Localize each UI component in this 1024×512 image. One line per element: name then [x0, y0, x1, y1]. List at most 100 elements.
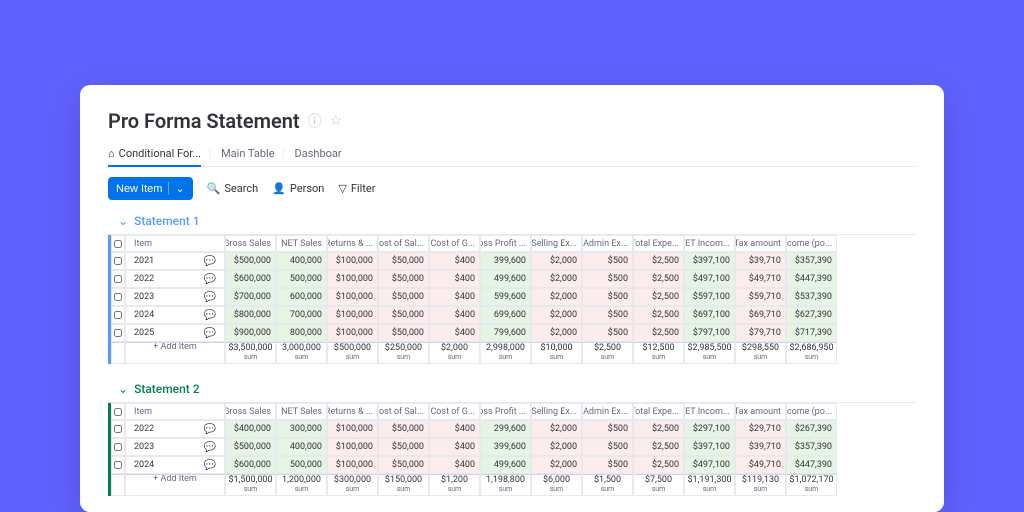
data-cell[interactable]: $500 [582, 288, 633, 306]
data-cell[interactable]: $627,390 [786, 306, 837, 324]
data-cell[interactable]: $50,000 [378, 324, 429, 342]
search-button[interactable]: 🔍 Search [207, 182, 259, 195]
data-cell[interactable]: $400 [429, 252, 480, 270]
data-cell[interactable]: $400 [429, 270, 480, 288]
data-cell[interactable]: $600,000 [225, 456, 276, 474]
data-cell[interactable]: $100,000 [327, 306, 378, 324]
data-cell[interactable]: $700,000 [225, 288, 276, 306]
data-cell[interactable]: $50,000 [378, 420, 429, 438]
data-cell[interactable]: $400 [429, 288, 480, 306]
item-name-cell[interactable]: 2022💬 [125, 270, 225, 288]
row-checkbox[interactable] [111, 420, 125, 438]
data-cell[interactable]: $900,000 [225, 324, 276, 342]
data-cell[interactable]: $697,100 [684, 306, 735, 324]
data-cell[interactable]: $717,390 [786, 324, 837, 342]
data-cell[interactable]: $2,000 [531, 306, 582, 324]
chat-icon[interactable]: 💬 [204, 424, 216, 435]
chat-icon[interactable]: 💬 [204, 292, 216, 303]
column-header[interactable]: Selling Ex... [531, 235, 582, 252]
data-cell[interactable]: $2,500 [633, 288, 684, 306]
column-header[interactable]: Selling Ex... [531, 403, 582, 420]
data-cell[interactable]: $400 [429, 438, 480, 456]
group-title[interactable]: ⌄Statement 1 [118, 214, 916, 228]
data-cell[interactable]: $800,000 [225, 306, 276, 324]
column-header[interactable]: NET Incom... [684, 403, 735, 420]
chevron-down-icon[interactable]: ⌄ [168, 182, 184, 195]
item-name-cell[interactable]: 2025💬 [125, 324, 225, 342]
data-cell[interactable]: $597,100 [684, 288, 735, 306]
item-name-cell[interactable]: 2021💬 [125, 252, 225, 270]
data-cell[interactable]: $2,500 [633, 438, 684, 456]
data-cell[interactable]: $397,100 [684, 252, 735, 270]
data-cell[interactable]: $2,000 [531, 288, 582, 306]
data-cell[interactable]: $500 [582, 270, 633, 288]
column-header[interactable]: Admin Ex... [582, 403, 633, 420]
data-cell[interactable]: $497,100 [684, 270, 735, 288]
row-checkbox[interactable] [111, 438, 125, 456]
data-cell[interactable]: $400 [429, 324, 480, 342]
data-cell[interactable]: $50,000 [378, 306, 429, 324]
data-cell[interactable]: $49,710 [735, 270, 786, 288]
column-header[interactable]: Tax amount [735, 403, 786, 420]
star-icon[interactable]: ☆ [330, 113, 343, 129]
select-all-checkbox[interactable] [111, 403, 125, 420]
person-button[interactable]: 👤 Person [272, 182, 324, 195]
data-cell[interactable]: $2,500 [633, 420, 684, 438]
item-name-cell[interactable]: 2022💬 [125, 420, 225, 438]
data-cell[interactable]: $2,000 [531, 270, 582, 288]
data-cell[interactable]: 500,000 [276, 270, 327, 288]
data-cell[interactable]: $69,710 [735, 306, 786, 324]
data-cell[interactable]: $29,710 [735, 420, 786, 438]
add-item-button[interactable]: + Add Item [125, 342, 225, 364]
column-header[interactable]: Gross Sales [225, 403, 276, 420]
column-header[interactable]: Gross Sales [225, 235, 276, 252]
column-header[interactable]: NET Income (po... [786, 403, 837, 420]
data-cell[interactable]: $50,000 [378, 456, 429, 474]
item-name-cell[interactable]: 2024💬 [125, 306, 225, 324]
column-header[interactable]: NET Sales [276, 235, 327, 252]
chat-icon[interactable]: 💬 [204, 460, 216, 471]
column-header[interactable]: Gross Profit ... [480, 235, 531, 252]
data-cell[interactable]: $100,000 [327, 252, 378, 270]
data-cell[interactable]: $59,710 [735, 288, 786, 306]
data-cell[interactable]: 399,600 [480, 438, 531, 456]
chat-icon[interactable]: 💬 [204, 328, 216, 339]
column-header[interactable]: Returns & ... [327, 403, 378, 420]
data-cell[interactable]: $500,000 [225, 438, 276, 456]
data-cell[interactable]: $267,390 [786, 420, 837, 438]
data-cell[interactable]: $397,100 [684, 438, 735, 456]
data-cell[interactable]: 699,600 [480, 306, 531, 324]
data-cell[interactable]: $2,500 [633, 252, 684, 270]
data-cell[interactable]: $2,500 [633, 306, 684, 324]
data-cell[interactable]: $500 [582, 438, 633, 456]
tab-dashboard[interactable]: Dashboar [295, 143, 342, 166]
data-cell[interactable]: 400,000 [276, 252, 327, 270]
data-cell[interactable]: 599,600 [480, 288, 531, 306]
data-cell[interactable]: $39,710 [735, 438, 786, 456]
data-cell[interactable]: $2,500 [633, 270, 684, 288]
data-cell[interactable]: $500 [582, 456, 633, 474]
column-header[interactable]: Item [125, 235, 225, 252]
column-header[interactable]: Cost of Sal... [378, 235, 429, 252]
data-cell[interactable]: $2,000 [531, 438, 582, 456]
row-checkbox[interactable] [111, 324, 125, 342]
data-cell[interactable]: $50,000 [378, 252, 429, 270]
data-cell[interactable]: $357,390 [786, 438, 837, 456]
column-header[interactable]: Total Expe... [633, 235, 684, 252]
data-cell[interactable]: 400,000 [276, 438, 327, 456]
data-cell[interactable]: 300,000 [276, 420, 327, 438]
row-checkbox[interactable] [111, 456, 125, 474]
chat-icon[interactable]: 💬 [204, 274, 216, 285]
data-cell[interactable]: $500 [582, 420, 633, 438]
new-item-button[interactable]: New Item ⌄ [108, 177, 193, 200]
data-cell[interactable]: 499,600 [480, 456, 531, 474]
data-cell[interactable]: $100,000 [327, 456, 378, 474]
data-cell[interactable]: $500 [582, 252, 633, 270]
data-cell[interactable]: $297,100 [684, 420, 735, 438]
data-cell[interactable]: $100,000 [327, 288, 378, 306]
data-cell[interactable]: 800,000 [276, 324, 327, 342]
tab-main-table[interactable]: Main Table | [221, 143, 274, 166]
column-header[interactable]: NET Incom... [684, 235, 735, 252]
column-header[interactable]: Tax amount [735, 235, 786, 252]
column-header[interactable]: Item [125, 403, 225, 420]
